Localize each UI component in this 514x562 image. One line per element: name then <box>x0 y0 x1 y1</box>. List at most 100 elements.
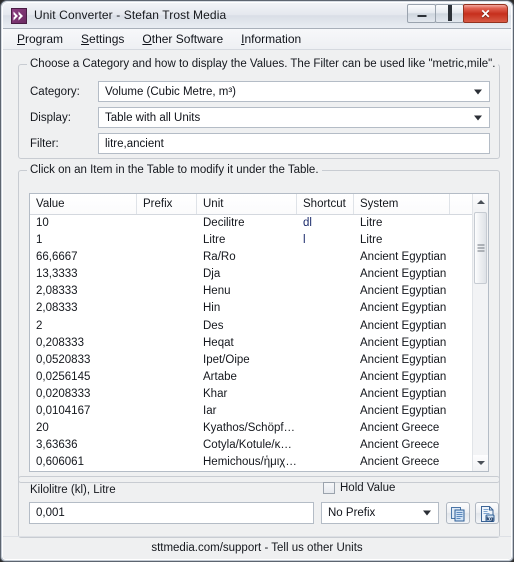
cell-unit: Ra/Ro <box>203 251 236 264</box>
table-row[interactable]: 0,0208333 Khar Ancient Egyptian <box>30 386 488 403</box>
cell-unit: Cotyla/Kotule/κ… <box>203 439 292 452</box>
table-row[interactable]: 0,208333 Heqat Ancient Egyptian <box>30 335 488 352</box>
copy-button[interactable] <box>446 502 470 524</box>
window-title: Unit Converter - Stefan Trost Media <box>34 8 227 22</box>
table-scrollbar[interactable] <box>472 194 488 471</box>
cell-prefix <box>137 403 197 420</box>
menu-program[interactable]: Program <box>8 30 72 48</box>
menu-settings[interactable]: Settings <box>72 30 133 48</box>
cell-value: 0,0256145 <box>36 370 91 383</box>
cell-shortcut: l <box>303 234 306 247</box>
display-combobox-value: Table with all Units <box>105 111 201 124</box>
hold-value-checkbox[interactable]: Hold Value <box>323 482 395 494</box>
cell-value: 10 <box>36 217 49 229</box>
display-combobox[interactable]: Table with all Units <box>98 107 490 128</box>
table-row[interactable]: 2 Des Ancient Egyptian <box>30 318 488 335</box>
close-button[interactable]: ✕ <box>463 4 508 23</box>
prefix-combobox[interactable]: No Prefix <box>321 502 439 524</box>
cell-shortcut: dl <box>303 217 312 229</box>
cell-value: 66,6667 <box>36 251 78 264</box>
copy-icon <box>451 507 465 522</box>
cell-system: Ancient Greece <box>360 456 440 469</box>
minimize-button[interactable] <box>407 4 436 23</box>
column-header-unit[interactable]: Unit <box>197 194 297 214</box>
cell-prefix <box>137 369 197 386</box>
cell-system: Ancient Egyptian <box>360 285 447 298</box>
window-inner-frame: Unit Converter - Stefan Trost Media ✕ Pr… <box>2 2 512 560</box>
cell-shortcut <box>297 352 354 369</box>
table-row[interactable]: 0,0256145 Artabe Ancient Egyptian <box>30 369 488 386</box>
cell-value: 0,606061 <box>36 456 84 469</box>
cell-prefix <box>137 335 197 352</box>
column-header-system[interactable]: System <box>354 194 450 214</box>
column-header-prefix[interactable]: Prefix <box>137 194 197 214</box>
units-table[interactable]: Value Prefix Unit Shortcut System 10 Deci… <box>29 193 489 472</box>
status-bar-text: sttmedia.com/support - Tell us other Uni… <box>151 542 363 554</box>
triangle-down-icon <box>476 461 485 465</box>
cell-prefix <box>137 420 197 437</box>
table-row[interactable]: 2,08333 Hin Ancient Egyptian <box>30 300 488 317</box>
menu-other-software[interactable]: Other Software <box>133 30 232 48</box>
menu-bar: Program Settings Other Software Informat… <box>3 29 511 50</box>
category-combobox[interactable]: Volume (Cubic Metre, m³) <box>98 81 490 102</box>
cell-unit: Ipet/Oipe <box>203 353 250 366</box>
grip-icon <box>477 244 484 252</box>
cell-shortcut <box>297 403 354 420</box>
table-row[interactable]: 2,08333 Henu Ancient Egyptian <box>30 283 488 300</box>
cell-prefix <box>137 266 197 283</box>
cell-shortcut <box>297 283 354 300</box>
table-row[interactable]: 1 Litre l Litre <box>30 232 488 249</box>
window-controls: ✕ <box>407 4 508 23</box>
cell-unit: Artabe <box>203 370 237 383</box>
maximize-button[interactable] <box>435 4 464 23</box>
application-window: Unit Converter - Stefan Trost Media ✕ Pr… <box>0 0 514 562</box>
cell-prefix <box>137 454 197 471</box>
cell-value: 2,08333 <box>36 285 78 298</box>
unit-button[interactable]: kg <box>475 502 499 524</box>
menu-information-label: nformation <box>244 32 302 46</box>
table-group-legend: Click on an Item in the Table to modify … <box>27 164 322 176</box>
scrollbar-thumb[interactable] <box>474 212 487 284</box>
cell-prefix <box>137 318 197 335</box>
table-row[interactable]: 0,0520833 Ipet/Oipe Ancient Egyptian <box>30 352 488 369</box>
svg-text:kg: kg <box>486 516 494 522</box>
table-row[interactable]: 0,606061 Hemichous/ἡμιχ… Ancient Greece <box>30 454 488 471</box>
category-label: Category: <box>30 86 80 98</box>
cell-prefix <box>137 386 197 403</box>
cell-system: Ancient Greece <box>360 422 440 435</box>
table-row[interactable]: 0,0104167 Iar Ancient Egyptian <box>30 403 488 420</box>
scroll-down-button[interactable] <box>473 455 488 471</box>
cell-shortcut <box>297 420 354 437</box>
table-row[interactable]: 3,63636 Cotyla/Kotule/κ… Ancient Greece <box>30 437 488 454</box>
column-header-filler <box>450 194 473 214</box>
table-row[interactable]: 10 Decilitre dl Litre <box>30 215 488 232</box>
menu-program-label: rogram <box>25 32 64 46</box>
maximize-icon <box>447 4 452 21</box>
filter-input[interactable]: litre,ancient <box>98 133 490 154</box>
double-chevron-icon <box>11 8 27 24</box>
column-header-value[interactable]: Value <box>30 194 137 214</box>
cell-value: 0,0104167 <box>36 405 91 418</box>
table-row[interactable]: 66,6667 Ra/Ro Ancient Egyptian <box>30 249 488 266</box>
title-bar[interactable]: Unit Converter - Stefan Trost Media ✕ <box>3 3 511 29</box>
cell-shortcut <box>297 318 354 335</box>
settings-group-legend: Choose a Category and how to display the… <box>27 58 499 70</box>
scroll-up-button[interactable] <box>473 194 488 210</box>
cell-value: 2 <box>36 319 43 332</box>
filter-input-value: litre,ancient <box>105 137 164 150</box>
chevron-down-icon <box>423 510 431 516</box>
table-row[interactable]: 20 Kyathos/Schöpf… Ancient Greece <box>30 420 488 437</box>
value-input[interactable]: 0,001 <box>29 502 314 524</box>
cell-prefix <box>137 283 197 300</box>
hold-value-label: Hold Value <box>340 482 396 494</box>
menu-information[interactable]: Information <box>232 30 310 48</box>
column-header-shortcut[interactable]: Shortcut <box>297 194 354 214</box>
cell-value: 0,0520833 <box>36 353 91 366</box>
table-body: 10 Decilitre dl Litre 1 Litre l Litre 66,6667 Ra/… <box>30 215 488 471</box>
cell-value: 20 <box>36 422 49 435</box>
cell-shortcut <box>297 249 354 266</box>
triangle-up-icon <box>476 200 485 204</box>
table-row[interactable]: 13,3333 Dja Ancient Egyptian <box>30 266 488 283</box>
status-bar: sttmedia.com/support - Tell us other Uni… <box>3 536 511 559</box>
cell-unit: Litre <box>203 234 226 247</box>
